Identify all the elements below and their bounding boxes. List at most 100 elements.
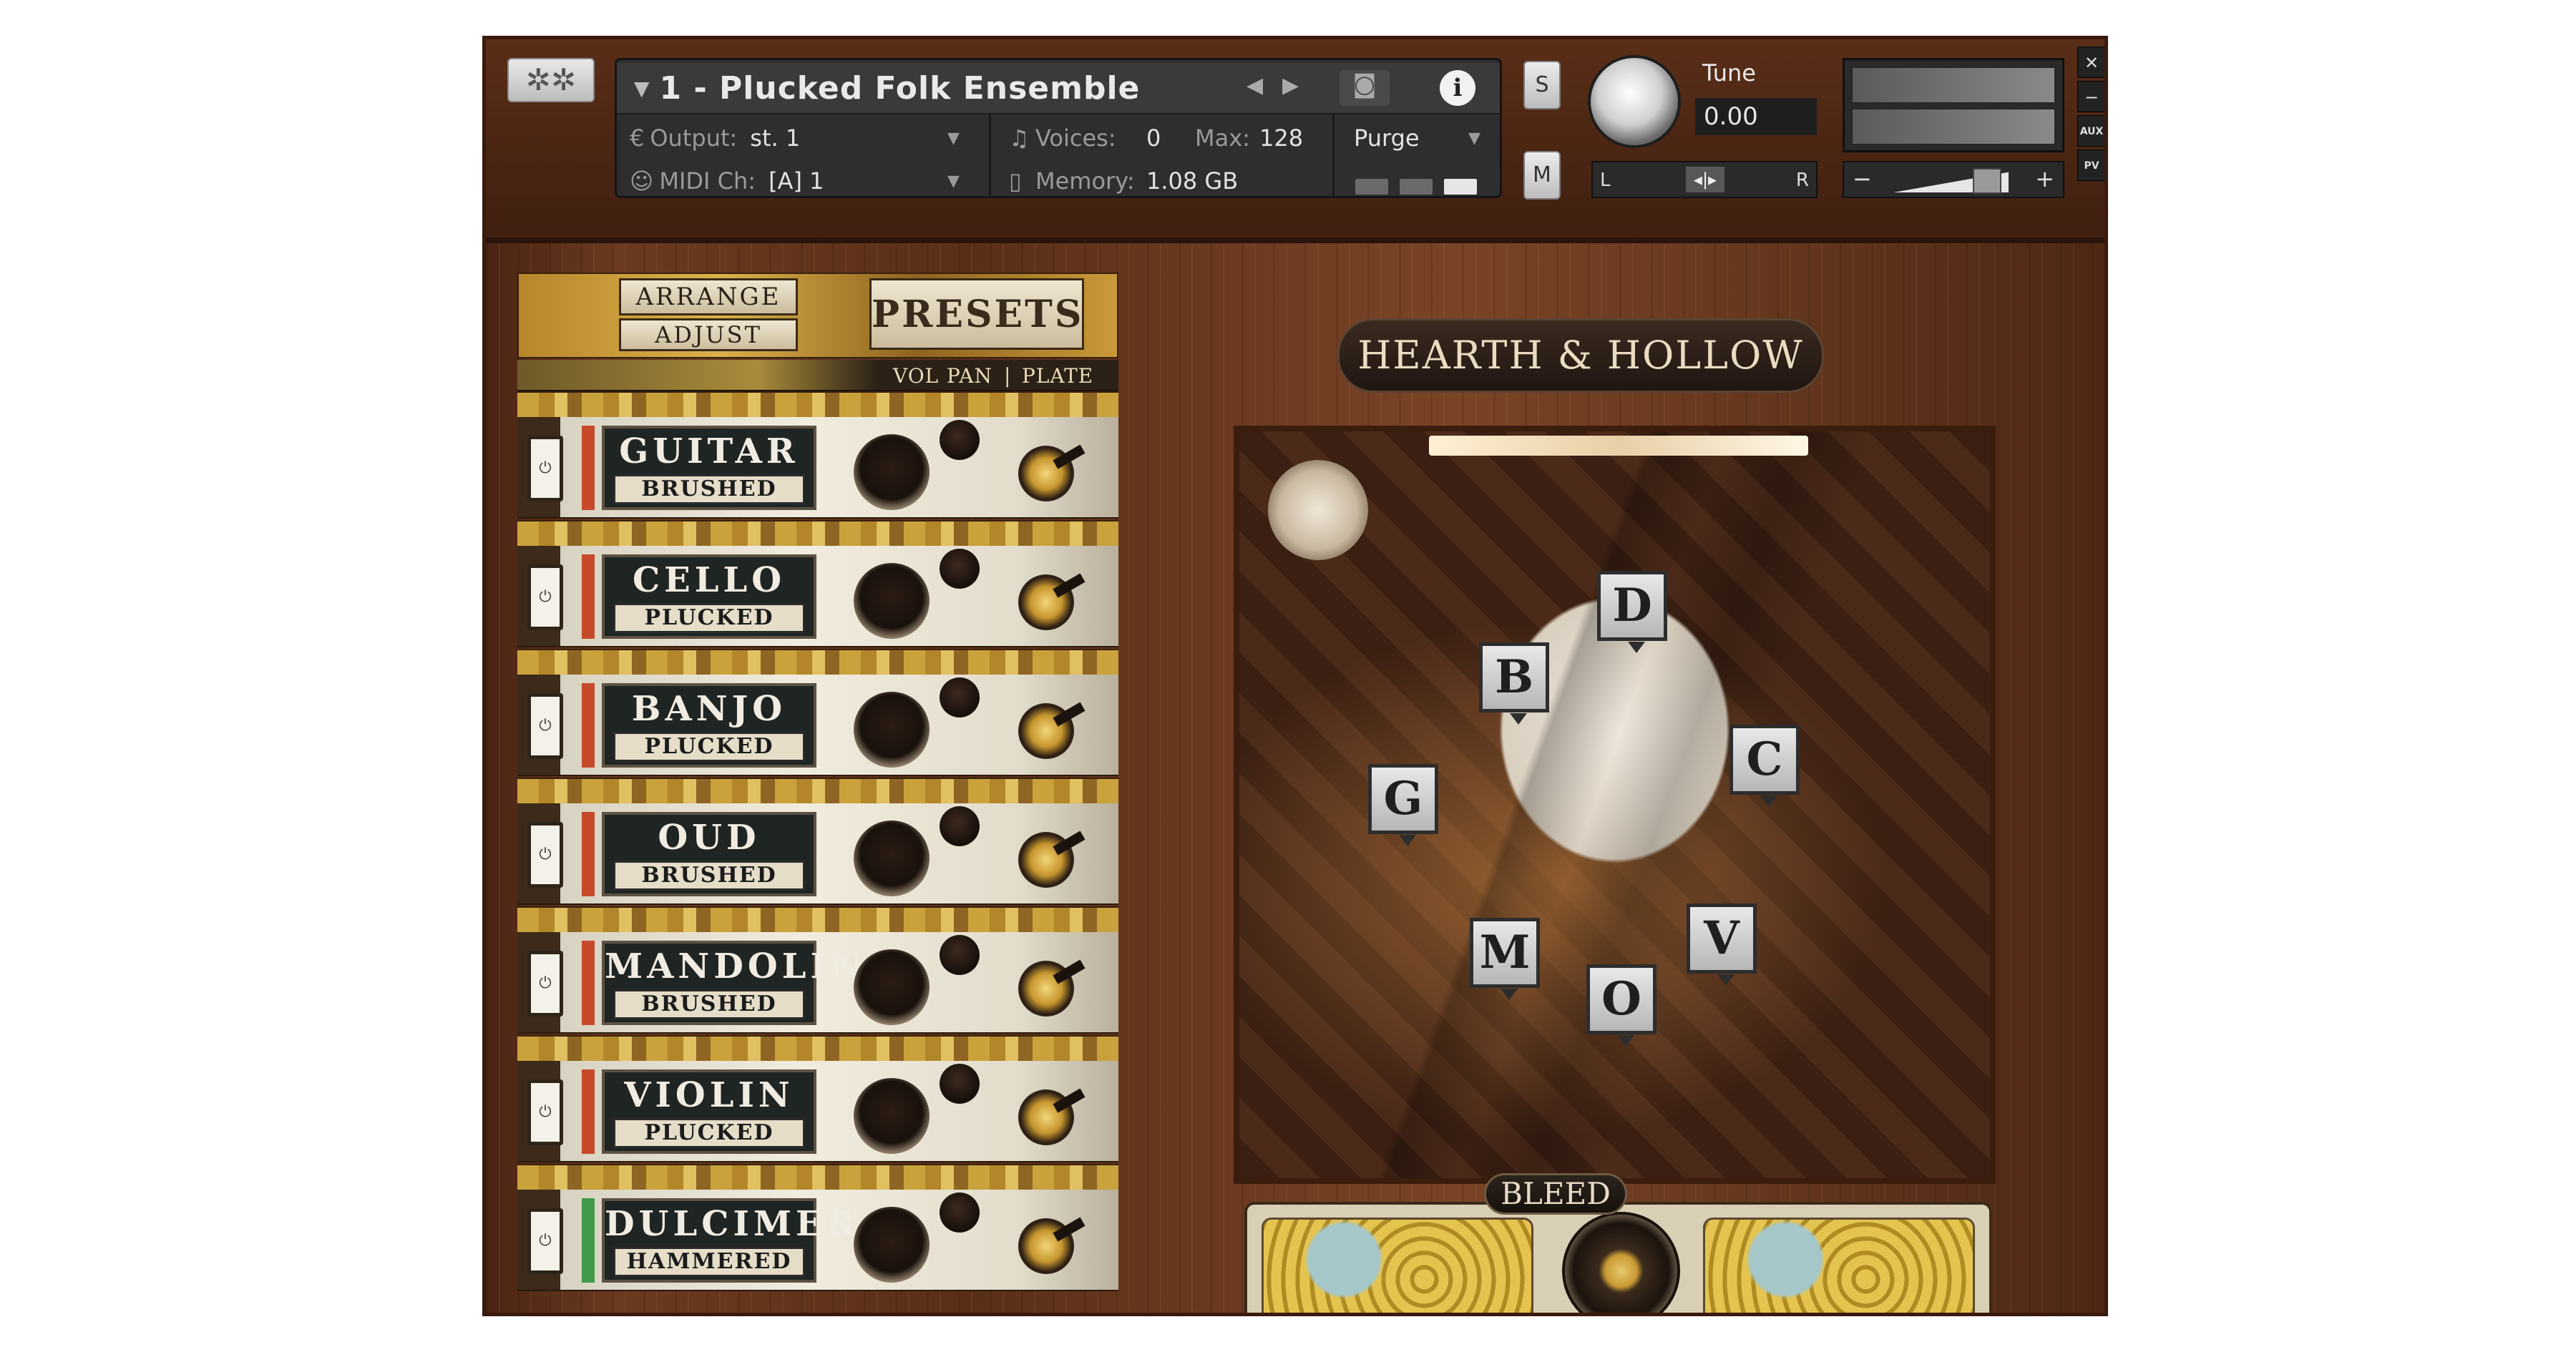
instrument-name[interactable]: 1 - Plucked Folk Ensemble bbox=[660, 70, 1141, 107]
articulation-label[interactable]: PLUCKED bbox=[613, 603, 805, 633]
next-instrument-icon[interactable]: ▶ bbox=[1282, 73, 1299, 98]
memory-label: Memory: bbox=[1035, 167, 1135, 195]
plate-knob[interactable] bbox=[1010, 567, 1082, 638]
volume-knob[interactable] bbox=[854, 434, 930, 510]
instrument-label-box[interactable]: DULCIMER HAMMERED bbox=[602, 1198, 855, 1283]
instrument-plate: ⏻ VIOLIN PLUCKED bbox=[517, 1061, 1118, 1162]
articulation-label[interactable]: PLUCKED bbox=[613, 732, 805, 762]
instrument-label-box[interactable]: VIOLIN PLUCKED bbox=[602, 1069, 816, 1154]
marker-v[interactable]: V bbox=[1687, 903, 1757, 986]
instrument-label-box[interactable]: OUD BRUSHED bbox=[602, 812, 816, 896]
color-accent bbox=[582, 1069, 595, 1154]
tune-value[interactable]: 0.00 bbox=[1695, 98, 1817, 135]
volume-slider[interactable]: − + bbox=[1843, 161, 2064, 198]
pan-knob[interactable] bbox=[940, 806, 980, 846]
midi-dropdown-icon[interactable]: ▼ bbox=[947, 172, 960, 190]
volume-knob[interactable] bbox=[854, 563, 930, 639]
output-dropdown-icon[interactable]: ▼ bbox=[947, 129, 960, 147]
pan-knob[interactable] bbox=[940, 677, 980, 717]
marker-c[interactable]: C bbox=[1729, 725, 1800, 807]
pan-left-label: L bbox=[1600, 170, 1611, 191]
plate-knob[interactable] bbox=[1010, 438, 1082, 509]
gear-icon[interactable]: ✲✲ bbox=[507, 58, 595, 102]
articulation-label[interactable]: PLUCKED bbox=[613, 1118, 805, 1148]
pan-knob[interactable] bbox=[940, 935, 980, 975]
power-icon[interactable]: ⏻ bbox=[527, 822, 563, 888]
plate-knob[interactable] bbox=[1010, 695, 1082, 767]
instrument-label-box[interactable]: GUITAR BRUSHED bbox=[602, 426, 816, 510]
info-icon[interactable]: i bbox=[1440, 70, 1475, 106]
instrument-row: ⏻ CELLO PLUCKED bbox=[517, 520, 1118, 647]
decorative-strip bbox=[517, 778, 1118, 803]
instrument-name: GUITAR bbox=[619, 431, 799, 471]
marker-o[interactable]: O bbox=[1586, 964, 1657, 1047]
volume-knob[interactable] bbox=[854, 1207, 930, 1283]
power-icon[interactable]: ⏻ bbox=[527, 693, 563, 759]
instrument-label-box[interactable]: CELLO PLUCKED bbox=[602, 554, 816, 639]
output-value[interactable]: st. 1 bbox=[750, 124, 800, 152]
pan-slider[interactable]: L ◂|▸ R bbox=[1591, 161, 1818, 198]
instrument-name: BANJO bbox=[631, 689, 787, 729]
collapse-triangle-icon[interactable]: ▼ bbox=[634, 77, 650, 100]
pan-knob[interactable] bbox=[940, 1064, 980, 1104]
power-icon[interactable]: ⏻ bbox=[527, 1079, 563, 1145]
tab-presets[interactable]: PRESETS bbox=[869, 278, 1084, 350]
power-icon[interactable]: ⏻ bbox=[527, 564, 563, 630]
marker-b[interactable]: B bbox=[1479, 642, 1549, 725]
memory-icon: ▯ bbox=[1009, 167, 1022, 195]
plate-knob[interactable] bbox=[1010, 824, 1082, 896]
instrument-plate: ⏻ OUD BRUSHED bbox=[517, 803, 1118, 905]
minimize-icon[interactable]: − bbox=[2077, 81, 2104, 112]
volume-knob[interactable] bbox=[854, 1078, 930, 1154]
mute-button[interactable]: M bbox=[1523, 151, 1561, 200]
volume-slider-handle[interactable] bbox=[1973, 168, 2001, 194]
solo-button[interactable]: S bbox=[1523, 61, 1561, 109]
plate-knob[interactable] bbox=[1010, 1210, 1082, 1282]
marker-d[interactable]: D bbox=[1597, 571, 1667, 653]
volume-minus-button[interactable]: − bbox=[1853, 165, 1872, 192]
volume-knob[interactable] bbox=[854, 949, 930, 1025]
volume-knob[interactable] bbox=[854, 821, 930, 896]
tab-adjust[interactable]: ADJUST bbox=[619, 318, 798, 351]
color-accent bbox=[582, 812, 595, 896]
purge-dropdown-icon[interactable]: ▼ bbox=[1468, 129, 1480, 147]
aux-button[interactable]: AUX bbox=[2077, 115, 2104, 147]
marker-g[interactable]: G bbox=[1368, 764, 1438, 846]
voices-value: 0 bbox=[1146, 124, 1161, 152]
power-icon[interactable]: ⏻ bbox=[527, 1208, 563, 1274]
instrument-label-box[interactable]: MANDOLIN BRUSHED bbox=[602, 941, 862, 1025]
bleed-knob[interactable] bbox=[1562, 1212, 1680, 1313]
midi-label: MIDI Ch: bbox=[659, 167, 756, 195]
close-icon[interactable]: ✕ bbox=[2077, 46, 2104, 78]
instrument-label-box[interactable]: BANJO PLUCKED bbox=[602, 683, 816, 768]
instrument-row: ⏻ OUD BRUSHED bbox=[517, 778, 1118, 905]
articulation-label[interactable]: BRUSHED bbox=[613, 861, 805, 891]
purge-indicator bbox=[1400, 179, 1433, 195]
pv-button[interactable]: PV bbox=[2077, 150, 2104, 181]
instrument-row: ⏻ VIOLIN PLUCKED bbox=[517, 1035, 1118, 1162]
column-header: VOL PAN | PLATE bbox=[517, 360, 1118, 391]
midi-channel-value[interactable]: [A] 1 bbox=[769, 167, 824, 195]
tune-knob[interactable] bbox=[1588, 55, 1681, 148]
pan-center-handle[interactable]: ◂|▸ bbox=[1686, 167, 1724, 192]
plate-knob[interactable] bbox=[1010, 953, 1082, 1024]
pan-knob[interactable] bbox=[940, 420, 980, 460]
color-accent bbox=[582, 683, 595, 768]
prev-instrument-icon[interactable]: ◀ bbox=[1246, 73, 1263, 98]
power-icon[interactable]: ⏻ bbox=[527, 951, 563, 1017]
power-icon[interactable]: ⏻ bbox=[527, 436, 563, 501]
purge-button[interactable]: Purge bbox=[1354, 124, 1420, 152]
plate-knob[interactable] bbox=[1010, 1082, 1082, 1153]
articulation-label[interactable]: BRUSHED bbox=[613, 474, 805, 504]
pan-knob[interactable] bbox=[940, 549, 980, 589]
room-view[interactable]: D B C G V M O bbox=[1234, 426, 1996, 1184]
max-voices-value[interactable]: 128 bbox=[1259, 124, 1303, 152]
camera-icon[interactable]: ◙ bbox=[1340, 70, 1390, 106]
articulation-label[interactable]: HAMMERED bbox=[613, 1247, 805, 1277]
articulation-label[interactable]: BRUSHED bbox=[613, 989, 805, 1019]
marker-m[interactable]: M bbox=[1470, 918, 1540, 1000]
volume-knob[interactable] bbox=[854, 692, 930, 768]
tab-arrange[interactable]: ARRANGE bbox=[619, 278, 798, 315]
volume-plus-button[interactable]: + bbox=[2035, 165, 2054, 192]
pan-knob[interactable] bbox=[940, 1192, 980, 1233]
